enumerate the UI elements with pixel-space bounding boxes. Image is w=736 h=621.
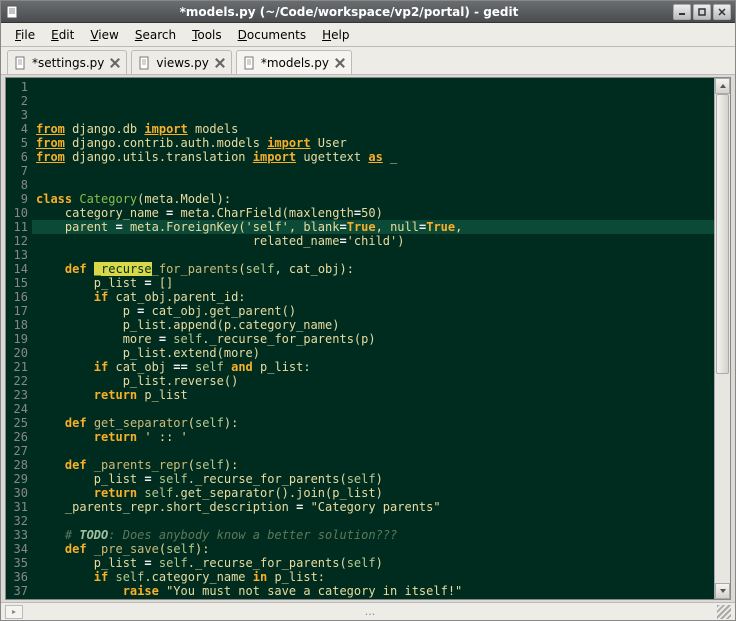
tab-close-icon[interactable] <box>213 56 227 70</box>
close-button[interactable] <box>713 4 731 20</box>
menu-view[interactable]: View <box>82 26 126 44</box>
line-number-gutter: 1 2 3 4 5 6 7 8 9 10 11 12 13 14 15 16 1… <box>6 78 32 599</box>
tab-close-icon[interactable] <box>333 56 347 70</box>
code-editor[interactable]: from django.db import models from django… <box>32 78 714 599</box>
document-icon <box>243 56 257 70</box>
menu-help[interactable]: Help <box>314 26 357 44</box>
menu-bar: File Edit View Search Tools Documents He… <box>1 23 735 47</box>
tab-bar: *settings.py views.py *models.py <box>1 47 735 75</box>
minimize-button[interactable] <box>673 4 691 20</box>
vertical-scrollbar[interactable] <box>714 78 730 599</box>
status-panel-toggle[interactable] <box>5 605 23 619</box>
status-bar: ... <box>1 602 735 620</box>
tab--settings-py[interactable]: *settings.py <box>7 50 127 74</box>
tab-label: views.py <box>156 56 208 70</box>
gedit-app-icon <box>5 4 21 20</box>
maximize-button[interactable] <box>693 4 711 20</box>
menu-edit[interactable]: Edit <box>43 26 82 44</box>
menu-documents[interactable]: Documents <box>230 26 314 44</box>
tab-label: *models.py <box>261 56 329 70</box>
scrollbar-track[interactable] <box>715 94 730 583</box>
document-icon <box>138 56 152 70</box>
tab-close-icon[interactable] <box>108 56 122 70</box>
scrollbar-thumb[interactable] <box>716 94 729 374</box>
window-title: *models.py (~/Code/workspace/vp2/portal)… <box>27 5 671 19</box>
resize-grip[interactable] <box>717 605 731 619</box>
tab--models-py[interactable]: *models.py <box>236 50 352 74</box>
title-bar: *models.py (~/Code/workspace/vp2/portal)… <box>1 1 735 23</box>
menu-file[interactable]: File <box>7 26 43 44</box>
editor-area: 1 2 3 4 5 6 7 8 9 10 11 12 13 14 15 16 1… <box>5 77 731 600</box>
scroll-down-arrow[interactable] <box>715 583 730 599</box>
scroll-up-arrow[interactable] <box>715 78 730 94</box>
menu-search[interactable]: Search <box>127 26 184 44</box>
tab-label: *settings.py <box>32 56 104 70</box>
tab-views-py[interactable]: views.py <box>131 50 231 74</box>
document-icon <box>14 56 28 70</box>
menu-tools[interactable]: Tools <box>184 26 230 44</box>
status-center: ... <box>23 605 717 618</box>
